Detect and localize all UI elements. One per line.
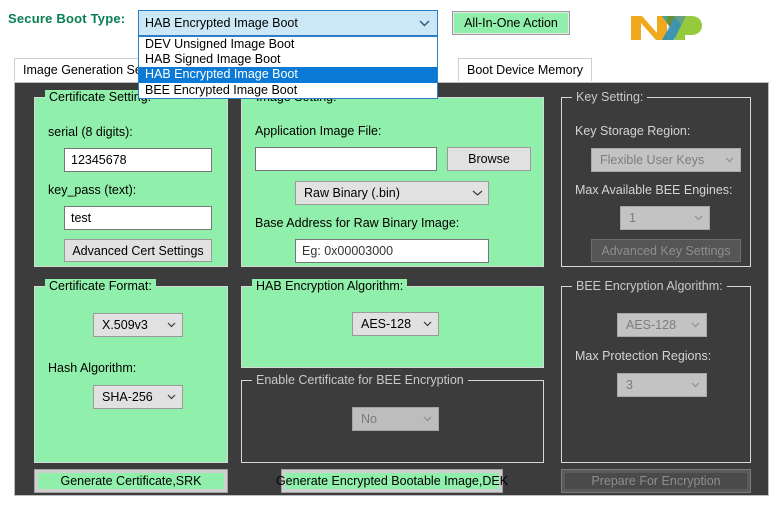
secure-boot-type-label: Secure Boot Type: <box>8 11 126 26</box>
serial-label: serial (8 digits): <box>48 125 133 139</box>
chevron-down-icon <box>416 321 438 327</box>
image-setting-group: Image Setting: Application Image File: B… <box>241 90 544 267</box>
hab-encryption-title: HAB Encryption Algorithm: <box>252 279 408 293</box>
main-panel: Certificate Setting: serial (8 digits): … <box>14 82 769 496</box>
bee-certificate-combobox[interactable]: No <box>352 407 439 431</box>
certificate-format-combobox[interactable]: X.509v3 <box>93 313 183 337</box>
key-setting-group: Key Setting: Key Storage Region: Flexibl… <box>561 90 751 267</box>
all-in-one-action-button[interactable]: All-In-One Action <box>452 11 570 35</box>
application-image-file-label: Application Image File: <box>255 124 382 138</box>
hab-encryption-algorithm-combobox[interactable]: AES-128 <box>352 312 439 336</box>
certificate-format-value: X.509v3 <box>102 318 148 332</box>
generate-encrypted-image-button[interactable]: Generate Encrypted Bootable Image,DEK <box>275 469 509 493</box>
chevron-down-icon <box>160 322 182 328</box>
all-in-one-action-label: All-In-One Action <box>453 12 569 34</box>
chevron-down-icon <box>718 157 740 163</box>
max-available-bee-engines-combobox[interactable]: 1 <box>620 206 710 230</box>
chevron-down-icon <box>411 20 437 27</box>
certificate-format-group: Certificate Format: X.509v3 Hash Algorit… <box>34 279 228 463</box>
key-storage-region-combobox[interactable]: Flexible User Keys <box>591 148 741 172</box>
key-storage-region-value: Flexible User Keys <box>600 153 705 167</box>
secure-boot-type-value: HAB Encrypted Image Boot <box>145 16 298 30</box>
hab-encryption-algorithm-group: HAB Encryption Algorithm: AES-128 <box>241 279 544 368</box>
browse-button[interactable]: Browse <box>447 147 531 171</box>
prepare-for-encryption-button[interactable]: Prepare For Encryption <box>561 469 751 493</box>
key-setting-title: Key Setting: <box>572 90 648 104</box>
dropdown-option-hab-signed[interactable]: HAB Signed Image Boot <box>139 52 437 67</box>
bee-encryption-algorithm-combobox[interactable]: AES-128 <box>617 313 707 337</box>
hash-algorithm-combobox[interactable]: SHA-256 <box>93 385 183 409</box>
hash-algorithm-label: Hash Algorithm: <box>48 361 137 375</box>
max-available-bee-engines-value: 1 <box>629 211 636 225</box>
chevron-down-icon <box>466 190 488 196</box>
bee-encryption-title: BEE Encryption Algorithm: <box>572 279 727 293</box>
bee-certificate-title: Enable Certificate for BEE Encryption <box>252 373 468 387</box>
application-image-file-input[interactable] <box>255 147 437 171</box>
generate-certificate-label: Generate Certificate,SRK <box>38 473 224 489</box>
hash-algorithm-value: SHA-256 <box>102 390 153 404</box>
tab-boot-device-memory[interactable]: Boot Device Memory <box>458 58 593 81</box>
certificate-format-title: Certificate Format: <box>45 279 156 293</box>
secure-provisioning-window: Secure Boot Type: HAB Encrypted Image Bo… <box>0 0 782 513</box>
bee-encryption-algorithm-value: AES-128 <box>626 318 677 332</box>
base-address-input[interactable]: Eg: 0x00003000 <box>295 239 489 263</box>
key-pass-input[interactable]: test <box>64 206 212 230</box>
serial-input[interactable]: 12345678 <box>64 148 212 172</box>
secure-boot-type-combobox[interactable]: HAB Encrypted Image Boot <box>138 10 438 36</box>
chevron-down-icon <box>684 382 706 388</box>
bee-certificate-value: No <box>361 412 377 426</box>
bee-encryption-algorithm-group: BEE Encryption Algorithm: AES-128 Max Pr… <box>561 279 751 463</box>
key-pass-label: key_pass (text): <box>48 183 137 197</box>
advanced-key-settings-button[interactable]: Advanced Key Settings <box>591 239 741 262</box>
generate-encrypted-image-label: Generate Encrypted Bootable Image,DEK <box>275 473 509 489</box>
chevron-down-icon <box>160 394 182 400</box>
dropdown-option-hab-encrypted[interactable]: HAB Encrypted Image Boot <box>139 67 437 83</box>
key-storage-region-label: Key Storage Region: <box>575 124 691 138</box>
dropdown-option-dev-unsigned[interactable]: DEV Unsigned Image Boot <box>139 37 437 52</box>
chevron-down-icon <box>416 416 438 422</box>
chevron-down-icon <box>684 322 706 328</box>
base-address-label: Base Address for Raw Binary Image: <box>255 216 460 230</box>
dropdown-option-bee-encrypted[interactable]: BEE Encrypted Image Boot <box>139 83 437 98</box>
secure-boot-type-dropdown-list[interactable]: DEV Unsigned Image Boot HAB Signed Image… <box>138 36 438 99</box>
nxp-logo <box>629 13 703 43</box>
certificate-setting-group: Certificate Setting: serial (8 digits): … <box>34 90 228 267</box>
chevron-down-icon <box>687 215 709 221</box>
max-protection-regions-label: Max Protection Regions: <box>575 349 712 363</box>
hab-encryption-algorithm-value: AES-128 <box>361 317 412 331</box>
bee-certificate-group: Enable Certificate for BEE Encryption No <box>241 373 544 463</box>
image-type-combobox[interactable]: Raw Binary (.bin) <box>295 181 489 205</box>
advanced-cert-settings-button[interactable]: Advanced Cert Settings <box>64 239 212 262</box>
max-protection-regions-combobox[interactable]: 3 <box>617 373 707 397</box>
max-protection-regions-value: 3 <box>626 378 633 392</box>
max-available-bee-engines-label: Max Available BEE Engines: <box>575 183 733 197</box>
prepare-for-encryption-label: Prepare For Encryption <box>565 473 747 489</box>
generate-certificate-button[interactable]: Generate Certificate,SRK <box>34 469 228 493</box>
image-type-value: Raw Binary (.bin) <box>304 186 400 200</box>
